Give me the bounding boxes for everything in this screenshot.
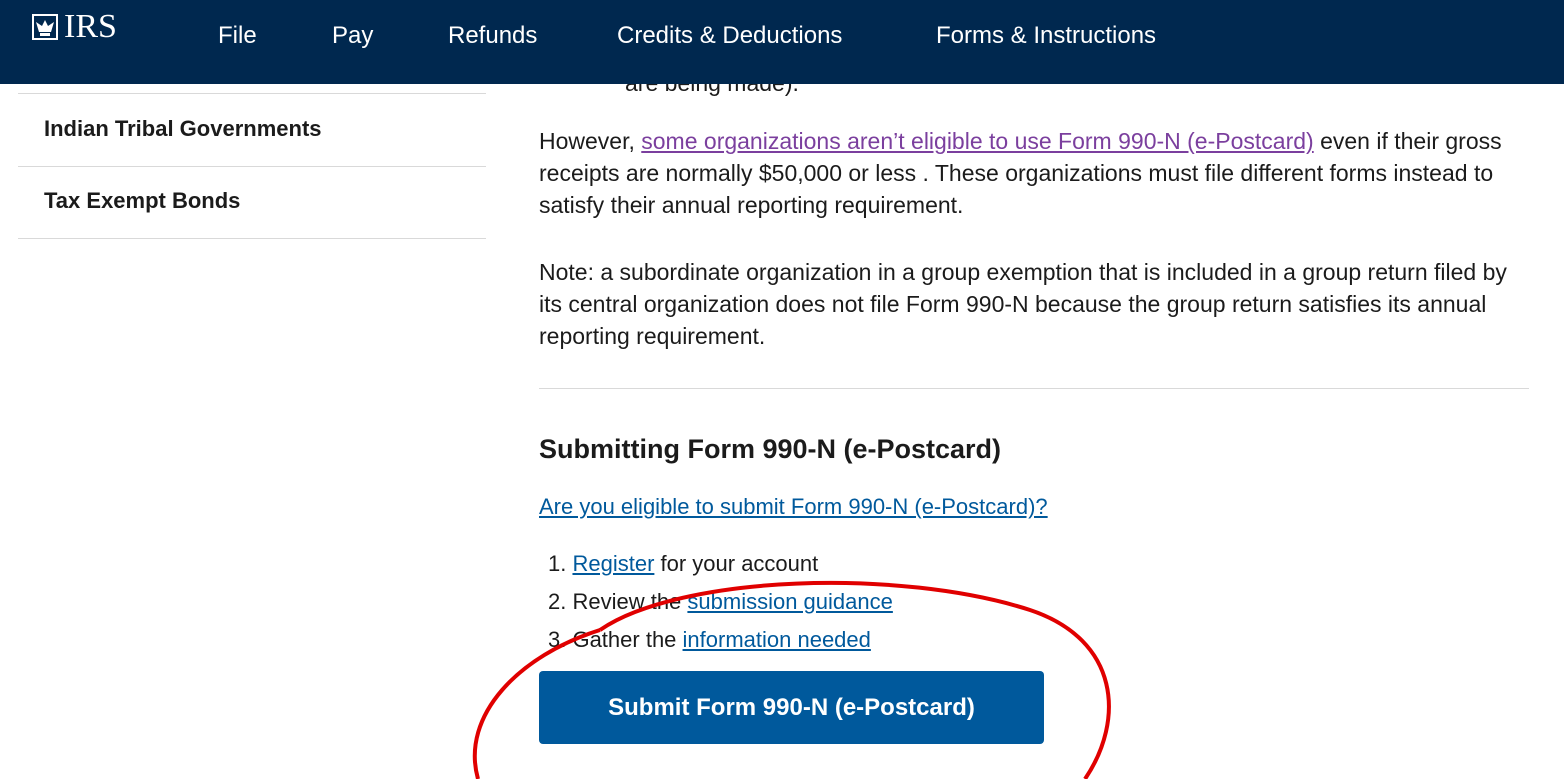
nav-credits-deductions[interactable]: Credits & Deductions: [617, 22, 842, 50]
sidebar-divider: [18, 93, 486, 94]
step-prefix: 1.: [548, 551, 573, 576]
irs-page: IRS File Pay Refunds Credits & Deduction…: [0, 0, 1564, 779]
sidebar-item-tax-exempt-bonds[interactable]: Tax Exempt Bonds: [44, 188, 240, 214]
nav-file[interactable]: File: [218, 22, 257, 50]
submission-guidance-link[interactable]: submission guidance: [687, 589, 892, 614]
section-title: Submitting Form 990-N (e-Postcard): [539, 434, 1002, 464]
information-needed-link[interactable]: information needed: [683, 627, 871, 652]
eligibility-paragraph: However, some organizations aren’t eligi…: [539, 125, 1529, 221]
sidebar-divider: [18, 166, 486, 167]
nav-refunds[interactable]: Refunds: [448, 22, 537, 50]
sidebar-item-indian-tribal-governments[interactable]: Indian Tribal Governments: [44, 116, 322, 142]
nav-pay[interactable]: Pay: [332, 22, 373, 50]
ineligible-organizations-link[interactable]: some organizations aren’t eligible to us…: [641, 128, 1313, 154]
list-item: 2. Review the submission guidance: [548, 583, 893, 621]
register-link[interactable]: Register: [572, 551, 654, 576]
list-item: 3. Gather the information needed: [548, 621, 893, 659]
step-prefix: 3. Gather the: [548, 627, 683, 652]
submission-steps-list: 1. Register for your account 2. Review t…: [548, 545, 893, 659]
step-text: for your account: [654, 551, 819, 576]
list-item: 1. Register for your account: [548, 545, 893, 583]
group-exemption-note: Note: a subordinate organization in a gr…: [539, 259, 1507, 349]
step-prefix: 2. Review the: [548, 589, 688, 614]
irs-eagle-icon: [32, 14, 58, 40]
top-navigation-bar: IRS File Pay Refunds Credits & Deduction…: [0, 0, 1564, 84]
irs-logo-text: IRS: [64, 8, 117, 45]
paragraph-text: However,: [539, 128, 642, 154]
irs-logo[interactable]: IRS: [30, 8, 117, 46]
sidebar-divider: [18, 238, 486, 239]
eligibility-check-link[interactable]: Are you eligible to submit Form 990-N (e…: [539, 494, 1048, 520]
submit-form-990n-button[interactable]: Submit Form 990-N (e-Postcard): [539, 671, 1044, 744]
section-divider: [539, 388, 1529, 389]
nav-forms-instructions[interactable]: Forms & Instructions: [936, 22, 1156, 50]
